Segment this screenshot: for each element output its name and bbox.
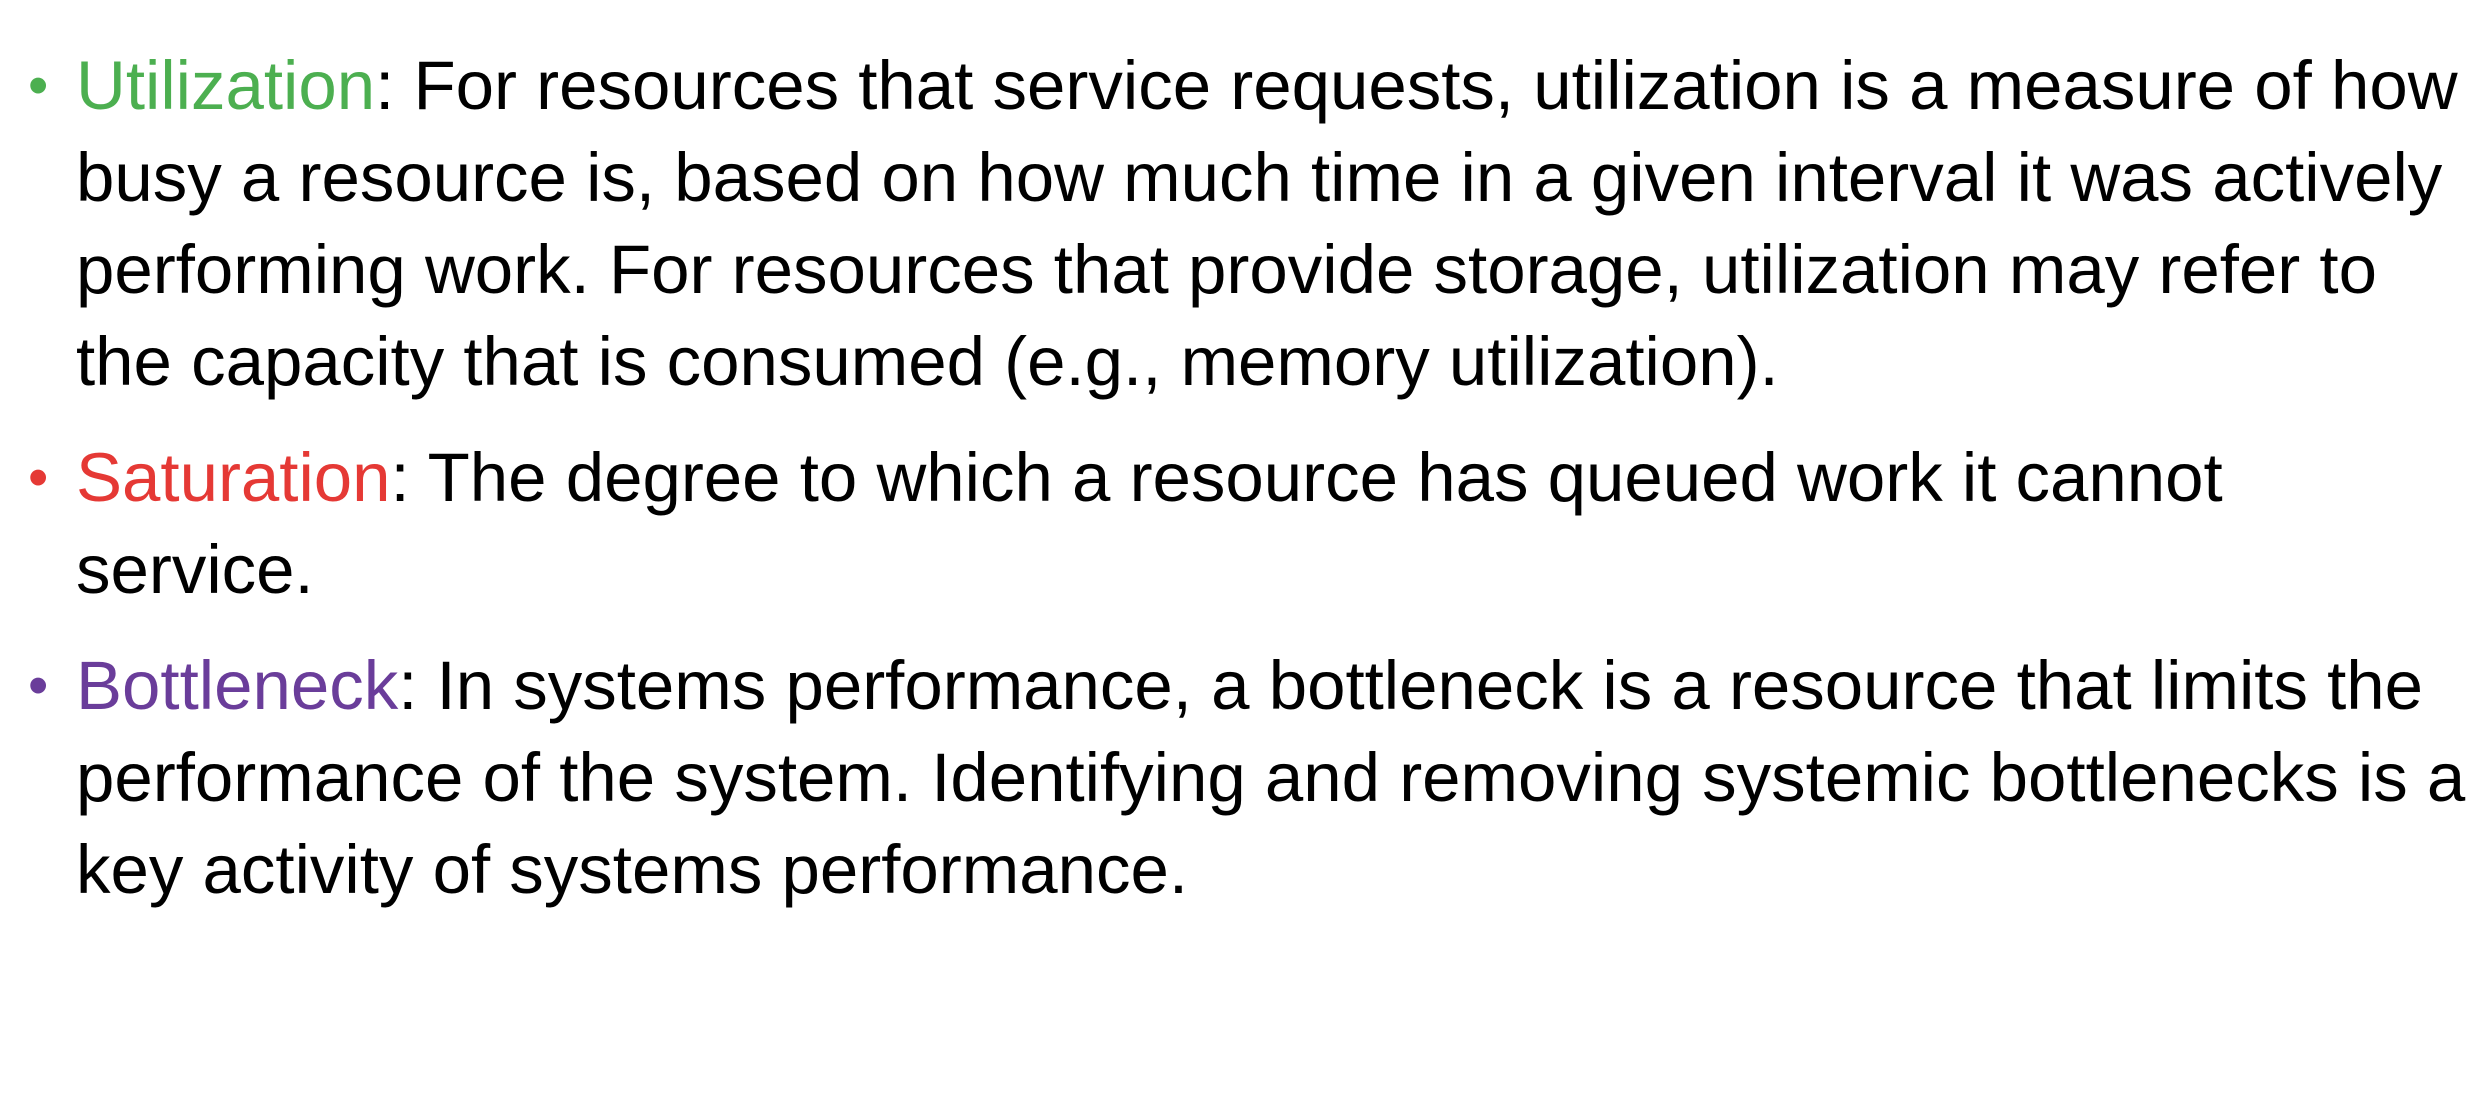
slide-content: • Utilization: For resources that servic… bbox=[28, 40, 2468, 940]
bullet-icon: • bbox=[28, 53, 49, 118]
definition-item-bottleneck: • Bottleneck: In systems performance, a … bbox=[28, 640, 2468, 916]
definition-utilization: For resources that service requests, uti… bbox=[76, 47, 2458, 400]
bullet-icon: • bbox=[28, 653, 49, 718]
term-separator: : bbox=[398, 647, 418, 724]
definition-bottleneck: In systems performance, a bottleneck is … bbox=[76, 647, 2466, 908]
definition-item-saturation: • Saturation: The degree to which a reso… bbox=[28, 432, 2468, 616]
bullet-icon: • bbox=[28, 445, 49, 510]
term-bottleneck: Bottleneck bbox=[76, 647, 399, 724]
term-saturation: Saturation bbox=[76, 439, 391, 516]
definition-item-utilization: • Utilization: For resources that servic… bbox=[28, 40, 2468, 408]
definition-list: • Utilization: For resources that servic… bbox=[28, 40, 2468, 916]
term-utilization: Utilization bbox=[76, 47, 376, 124]
term-separator: : bbox=[390, 439, 410, 516]
term-separator: : bbox=[375, 47, 395, 124]
